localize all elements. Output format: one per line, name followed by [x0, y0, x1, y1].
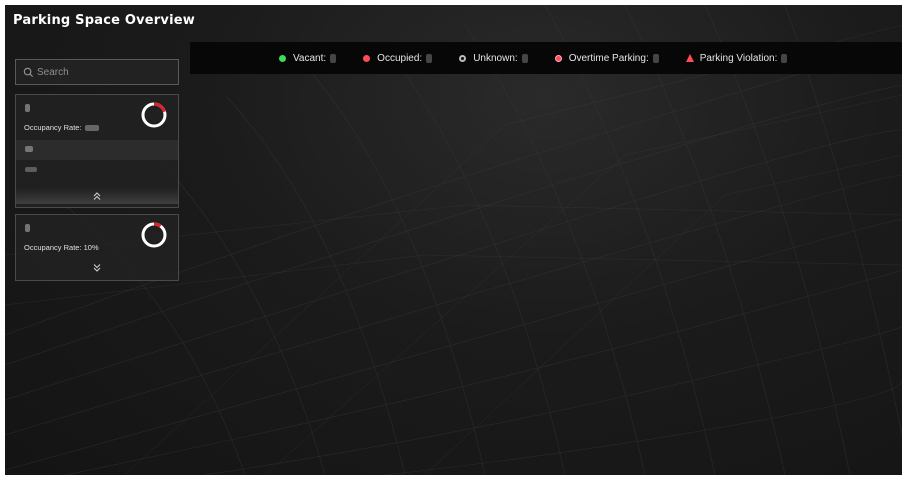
- expand-button[interactable]: [16, 260, 178, 276]
- occupancy-rate-value: 10%: [83, 243, 99, 252]
- search-input[interactable]: [37, 66, 177, 78]
- status-legend-bar: Vacant : Occupied : Unknown : Overtime P…: [190, 42, 902, 74]
- card-header[interactable]: Occupancy Rate: 10%: [16, 215, 178, 260]
- occupancy-rate-value: [84, 125, 99, 132]
- search-icon: [23, 67, 34, 77]
- app-frame: Parking Space Overview Vacant : Occupied…: [5, 5, 902, 475]
- status-vacant: Vacant :: [279, 52, 337, 64]
- parking-area-card[interactable]: Occupancy Rate: 10%: [15, 214, 179, 281]
- sub-area-row[interactable]: [16, 160, 178, 180]
- status-unknown-label: Unknown: [473, 52, 515, 64]
- red-dot-icon: [363, 54, 371, 62]
- status-occupied-count: [426, 53, 433, 63]
- sub-area-name: [25, 146, 33, 152]
- occupancy-donut-chart: [141, 102, 167, 128]
- occupancy-donut-chart: [141, 222, 167, 248]
- card-header[interactable]: Occupancy Rate:: [16, 95, 178, 140]
- status-violation: Parking Violation :: [685, 52, 788, 64]
- red-ring-dot-icon: [554, 54, 562, 62]
- status-separator: :: [419, 52, 423, 64]
- sub-area-name: [25, 167, 37, 172]
- collapse-button[interactable]: [16, 188, 178, 204]
- status-overtime-count: [652, 53, 659, 63]
- status-separator: :: [774, 52, 778, 64]
- area-name: [25, 104, 30, 112]
- status-occupied: Occupied :: [363, 52, 433, 64]
- status-separator: :: [323, 52, 327, 64]
- status-vacant-count: [330, 53, 337, 63]
- chevron-double-down-icon: [93, 264, 101, 272]
- donut-base-ring: [141, 222, 167, 248]
- status-overtime: Overtime Parking :: [554, 52, 659, 64]
- status-violation-count: [781, 53, 788, 63]
- status-unknown: Unknown :: [459, 52, 528, 64]
- status-vacant-label: Vacant: [293, 52, 324, 64]
- status-overtime-label: Overtime Parking: [568, 52, 646, 64]
- occupancy-rate: Occupancy Rate: 10%: [24, 243, 99, 252]
- warning-triangle-icon: [685, 54, 694, 62]
- occupancy-rate-label: Occupancy Rate:: [24, 243, 82, 252]
- chevron-double-up-icon: [93, 192, 101, 200]
- sub-area-row[interactable]: [16, 140, 178, 160]
- occupancy-rate: Occupancy Rate:: [24, 123, 99, 132]
- green-dot-icon: [279, 54, 286, 62]
- status-separator: :: [645, 52, 649, 64]
- area-name: [25, 224, 30, 232]
- parking-area-card[interactable]: Occupancy Rate:: [15, 94, 179, 208]
- status-violation-label: Parking Violation: [699, 52, 775, 64]
- status-separator: :: [514, 52, 518, 64]
- gray-ring-icon: [459, 54, 467, 62]
- status-occupied-label: Occupied: [377, 52, 420, 64]
- occupancy-rate-label: Occupancy Rate:: [24, 123, 82, 132]
- status-unknown-count: [521, 53, 528, 63]
- page-title: Parking Space Overview: [13, 13, 195, 28]
- search-box[interactable]: [15, 59, 179, 85]
